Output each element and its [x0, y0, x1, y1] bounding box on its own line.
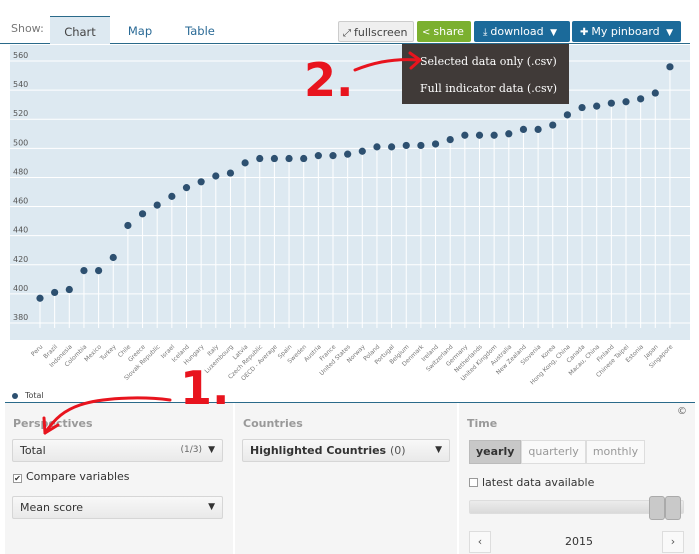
- compare-variables-label: Compare variables: [26, 470, 130, 483]
- data-point[interactable]: [534, 125, 542, 134]
- data-point[interactable]: [607, 99, 615, 107]
- data-point[interactable]: [446, 136, 454, 144]
- time-range-slider[interactable]: [469, 496, 684, 520]
- copyright-icon[interactable]: ©: [677, 406, 687, 417]
- data-point[interactable]: [138, 210, 147, 218]
- frequency-toggle: yearly quarterly monthly: [469, 440, 646, 464]
- data-point[interactable]: [36, 294, 44, 302]
- download-menu: Selected data only (.csv) Full indicator…: [402, 44, 569, 104]
- data-point[interactable]: [373, 143, 381, 151]
- latest-data-label: latest data available: [482, 476, 595, 489]
- data-point[interactable]: [51, 288, 59, 297]
- oecd-data-explorer: Show: Chart Map Table ⤢ fullscreen < share…: [0, 0, 699, 554]
- slider-end-handle[interactable]: [665, 496, 681, 520]
- chevron-down-icon: ▼: [208, 502, 215, 512]
- data-point[interactable]: [300, 154, 308, 163]
- menu-item-full-indicator-csv[interactable]: Full indicator data (.csv): [420, 80, 557, 98]
- data-point[interactable]: [285, 154, 293, 163]
- variable-select[interactable]: Mean score ▼: [12, 496, 223, 519]
- data-point[interactable]: [256, 154, 264, 163]
- data-point[interactable]: [95, 267, 103, 275]
- data-point[interactable]: [490, 131, 498, 139]
- perspective-value: Total: [20, 444, 46, 457]
- annotation-label-2: 2.: [304, 53, 354, 107]
- y-tick-label: 480: [13, 167, 28, 176]
- y-tick-label: 500: [13, 138, 28, 147]
- data-point[interactable]: [344, 150, 352, 158]
- perspective-count: (1/3): [180, 445, 202, 455]
- data-point[interactable]: [270, 154, 278, 163]
- countries-label: Countries: [243, 417, 303, 430]
- y-tick-label: 400: [13, 284, 28, 293]
- data-point[interactable]: [402, 141, 410, 150]
- data-point[interactable]: [197, 178, 205, 186]
- time-panel: Time © yearly quarterly monthly latest d…: [459, 403, 695, 554]
- data-point[interactable]: [388, 143, 396, 151]
- data-point[interactable]: [124, 221, 132, 230]
- chart-legend[interactable]: Total: [12, 391, 44, 400]
- data-point[interactable]: [109, 253, 117, 262]
- countries-panel: Countries Highlighted Countries (0) ▼: [235, 403, 457, 554]
- time-label: Time: [467, 417, 498, 430]
- legend-label: Total: [25, 391, 44, 400]
- chevron-down-icon: ▼: [208, 445, 215, 455]
- perspectives-panel: Perspectives Total (1/3) ▼ ✔ Compare vari…: [5, 403, 233, 554]
- y-tick-label: 380: [13, 313, 28, 322]
- data-point[interactable]: [153, 201, 161, 209]
- data-point[interactable]: [505, 130, 513, 138]
- data-point[interactable]: [241, 159, 249, 167]
- data-point[interactable]: [578, 103, 586, 112]
- data-point[interactable]: [358, 147, 366, 155]
- countries-count: (0): [389, 444, 406, 457]
- data-point[interactable]: [563, 111, 572, 119]
- data-point[interactable]: [417, 141, 425, 150]
- data-point[interactable]: [182, 184, 191, 192]
- y-tick-label: 540: [13, 80, 28, 89]
- checkbox-unchecked-icon: [469, 478, 478, 487]
- data-point[interactable]: [622, 98, 630, 106]
- countries-value: Highlighted Countries: [250, 444, 387, 457]
- frequency-monthly[interactable]: monthly: [585, 440, 646, 464]
- menu-item-selected-data-csv[interactable]: Selected data only (.csv): [420, 53, 557, 71]
- data-point[interactable]: [666, 63, 674, 71]
- checkbox-checked-icon: ✔: [13, 474, 22, 483]
- previous-year-button[interactable]: ‹: [469, 531, 491, 553]
- variable-value: Mean score: [20, 501, 84, 514]
- annotation-label-1: 1.: [180, 361, 230, 415]
- data-point[interactable]: [226, 169, 235, 177]
- legend-marker: [12, 392, 18, 399]
- data-point[interactable]: [651, 89, 659, 97]
- y-tick-label: 460: [13, 197, 28, 206]
- frequency-yearly[interactable]: yearly: [469, 440, 522, 464]
- data-point[interactable]: [65, 285, 73, 294]
- countries-select[interactable]: Highlighted Countries (0) ▼: [242, 439, 450, 462]
- slider-start-handle[interactable]: [649, 496, 665, 520]
- data-point[interactable]: [549, 121, 557, 129]
- y-tick-label: 520: [13, 109, 28, 118]
- x-tick-label: Mexico: [83, 343, 103, 363]
- data-point[interactable]: [80, 267, 88, 275]
- compare-variables-checkbox[interactable]: ✔ Compare variables: [13, 470, 130, 483]
- data-point[interactable]: [168, 192, 176, 200]
- data-point[interactable]: [314, 152, 322, 160]
- y-tick-label: 560: [13, 51, 28, 60]
- data-point[interactable]: [329, 152, 337, 160]
- chevron-down-icon: ▼: [435, 445, 442, 455]
- data-point[interactable]: [475, 131, 484, 139]
- data-point[interactable]: [461, 131, 469, 139]
- y-tick-label: 440: [13, 226, 28, 235]
- x-tick-label: Turkey: [98, 343, 118, 363]
- data-point[interactable]: [519, 125, 528, 134]
- perspectives-label: Perspectives: [13, 417, 93, 430]
- selected-year: 2015: [565, 535, 593, 548]
- latest-data-checkbox[interactable]: latest data available: [469, 476, 594, 489]
- y-tick-label: 420: [13, 255, 28, 264]
- data-point[interactable]: [593, 102, 601, 110]
- next-year-button[interactable]: ›: [662, 531, 684, 553]
- perspective-select[interactable]: Total (1/3) ▼: [12, 439, 223, 462]
- data-point[interactable]: [637, 95, 645, 103]
- frequency-quarterly[interactable]: quarterly: [521, 440, 586, 464]
- data-point[interactable]: [431, 140, 440, 148]
- data-point[interactable]: [212, 172, 220, 180]
